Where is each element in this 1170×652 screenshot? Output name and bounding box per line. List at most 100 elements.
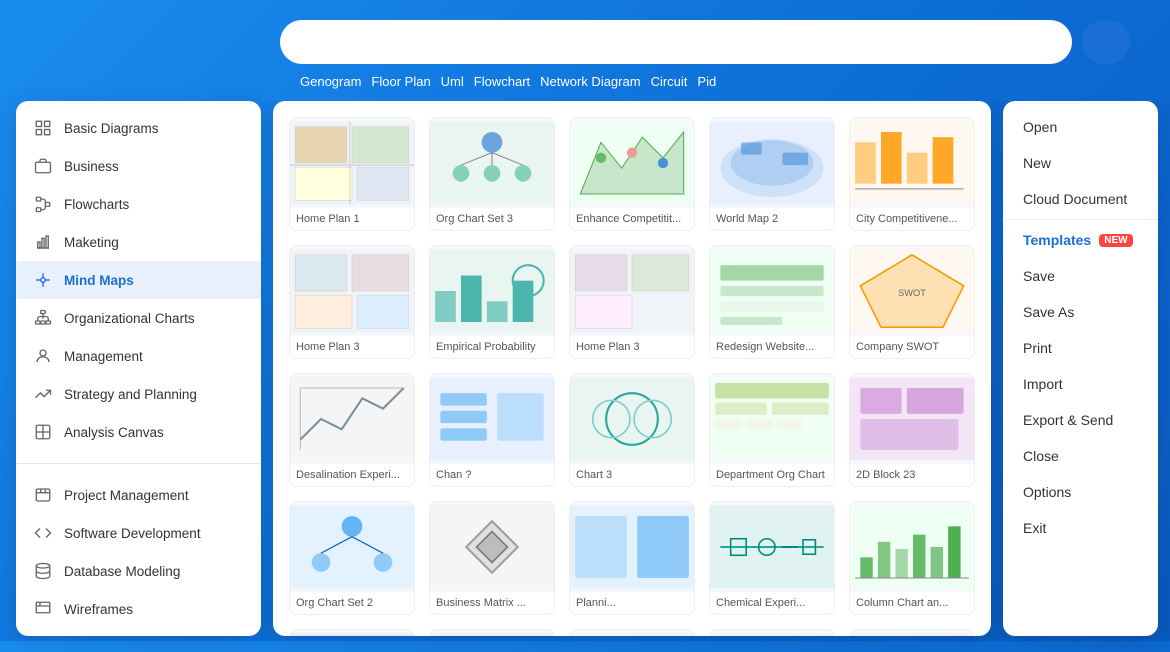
sidebar-item-software-dev[interactable]: Software Development: [16, 514, 261, 552]
template-card[interactable]: Chart 3: [569, 373, 695, 487]
template-label: Chart 3: [570, 464, 694, 486]
search-button[interactable]: [1082, 20, 1130, 64]
template-card[interactable]: Home Plan 3: [289, 245, 415, 359]
sidebar-item-org-charts[interactable]: Organizational Charts: [16, 299, 261, 337]
right-panel-item-options[interactable]: Options: [1003, 474, 1158, 510]
sidebar-item-management[interactable]: Management: [16, 337, 261, 375]
trending-tag-uml[interactable]: Uml: [441, 74, 464, 89]
menu-label-open: Open: [1023, 119, 1057, 135]
search-input[interactable]: [280, 20, 1072, 64]
trending-tag-floor-plan[interactable]: Floor Plan: [371, 74, 430, 89]
template-thumbnail: [850, 118, 974, 208]
right-panel-item-import[interactable]: Import: [1003, 366, 1158, 402]
sidebar-item-business[interactable]: Business: [16, 147, 261, 185]
trending-tag-network-diagram[interactable]: Network Diagram: [540, 74, 640, 89]
template-card[interactable]: Home Plan 3: [569, 245, 695, 359]
template-card[interactable]: Planni...: [569, 501, 695, 615]
right-panel-item-exit[interactable]: Exit: [1003, 510, 1158, 546]
template-card[interactable]: Enhance Competitit...: [569, 117, 695, 231]
right-panel-divider: [1003, 219, 1158, 220]
right-panel-item-new[interactable]: New: [1003, 145, 1158, 181]
sidebar-item-analysis[interactable]: Analysis Canvas: [16, 413, 261, 451]
sidebar-item-info-tech[interactable]: Information Technique: [16, 628, 261, 636]
menu-label-save-as: Save As: [1023, 304, 1074, 320]
trending-tag-genogram[interactable]: Genogram: [300, 74, 361, 89]
template-card[interactable]: Home Plan 1: [289, 117, 415, 231]
template-card[interactable]: Life Plan: [569, 629, 695, 636]
template-thumbnail: [430, 246, 554, 336]
sidebar-item-mind-maps[interactable]: Mind Maps: [16, 261, 261, 299]
trending-tag-pid[interactable]: Pid: [697, 74, 716, 89]
template-thumbnail: [430, 118, 554, 208]
project-icon: [32, 484, 54, 506]
sidebar-item-project-mgmt[interactable]: Project Management: [16, 476, 261, 514]
template-card[interactable]: Redesign Website...: [709, 245, 835, 359]
template-card[interactable]: Column Chart an...: [849, 501, 975, 615]
template-label: World Map 2: [710, 208, 834, 230]
sidebar-item-strategy[interactable]: Strategy and Planning: [16, 375, 261, 413]
template-card[interactable]: SWOTCompany SWOT: [849, 245, 975, 359]
menu-label-cloud-doc: Cloud Document: [1023, 191, 1127, 207]
template-label: Enhance Competitit...: [570, 208, 694, 230]
sidebar-label-flowcharts: Flowcharts: [64, 197, 129, 212]
template-label: Chan ?: [430, 464, 554, 486]
template-card[interactable]: World Map 2: [709, 117, 835, 231]
template-thumbnail: [710, 374, 834, 464]
menu-label-options: Options: [1023, 484, 1071, 500]
menu-label-import: Import: [1023, 376, 1063, 392]
template-card[interactable]: Chemical Experi...: [709, 501, 835, 615]
template-card[interactable]: Department Org Chart: [709, 373, 835, 487]
template-card[interactable]: 2D Block 23: [849, 373, 975, 487]
software-icon: [32, 522, 54, 544]
right-panel-item-close[interactable]: Close: [1003, 438, 1158, 474]
sidebar-item-maketing[interactable]: Maketing: [16, 223, 261, 261]
template-card[interactable]: Chan ?: [429, 373, 555, 487]
template-card[interactable]: Desalination Experi...: [289, 373, 415, 487]
template-label: Department Org Chart: [710, 464, 834, 486]
sidebar-label-management: Management: [64, 349, 143, 364]
menu-label-new: New: [1023, 155, 1051, 171]
template-card[interactable]: Business Matrix ...: [429, 501, 555, 615]
right-panel-item-save[interactable]: Save: [1003, 258, 1158, 294]
template-thumbnail: [430, 502, 554, 592]
sidebar-item-basic-diagrams[interactable]: Basic Diagrams: [16, 109, 261, 147]
sidebar-label-software-dev: Software Development: [64, 526, 201, 541]
template-thumbnail: [570, 374, 694, 464]
mind-icon: [32, 269, 54, 291]
right-panel-item-export[interactable]: Export & Send: [1003, 402, 1158, 438]
sidebar-item-flowcharts[interactable]: Flowcharts: [16, 185, 261, 223]
sidebar-item-database[interactable]: Database Modeling: [16, 552, 261, 590]
template-label: Column Chart an...: [850, 592, 974, 614]
right-panel-item-open[interactable]: Open: [1003, 109, 1158, 145]
right-panel-item-print[interactable]: Print: [1003, 330, 1158, 366]
templates-container: Home Plan 1 Org Chart Set 3 Enhance Compet…: [273, 101, 991, 636]
sidebar-item-wireframes[interactable]: Wireframes: [16, 590, 261, 628]
template-card[interactable]: Flowchart Sample: [429, 629, 555, 636]
template-thumbnail: [570, 118, 694, 208]
template-label: Org Chart Set 3: [430, 208, 554, 230]
template-thumbnail: [290, 246, 414, 336]
template-card[interactable]: (partial): [849, 629, 975, 636]
menu-label-templates: Templates: [1023, 232, 1091, 248]
menu-label-save: Save: [1023, 268, 1055, 284]
right-panel-item-cloud-doc[interactable]: Cloud Document: [1003, 181, 1158, 217]
template-label: Home Plan 3: [290, 336, 414, 358]
template-thumbnail: [570, 630, 694, 636]
trending-tag-flowchart[interactable]: Flowchart: [474, 74, 530, 89]
briefcase-icon: [32, 155, 54, 177]
database-icon: [32, 560, 54, 582]
sidebar-top-section: Basic Diagrams Business Flowcharts Maket…: [16, 101, 261, 459]
template-card[interactable]: (partial): [709, 629, 835, 636]
template-card[interactable]: Org Chart Set 2: [289, 501, 415, 615]
org-icon: [32, 307, 54, 329]
flow-icon: [32, 193, 54, 215]
template-card[interactable]: English Part Of Sp...: [289, 629, 415, 636]
right-panel-item-save-as[interactable]: Save As: [1003, 294, 1158, 330]
trending-tag-circuit[interactable]: Circuit: [651, 74, 688, 89]
template-card[interactable]: Org Chart Set 3: [429, 117, 555, 231]
template-card[interactable]: Empirical Probability: [429, 245, 555, 359]
right-panel-item-templates[interactable]: TemplatesNEW: [1003, 222, 1158, 258]
template-label: Business Matrix ...: [430, 592, 554, 614]
template-thumbnail: [850, 630, 974, 636]
template-card[interactable]: City Competitivene...: [849, 117, 975, 231]
